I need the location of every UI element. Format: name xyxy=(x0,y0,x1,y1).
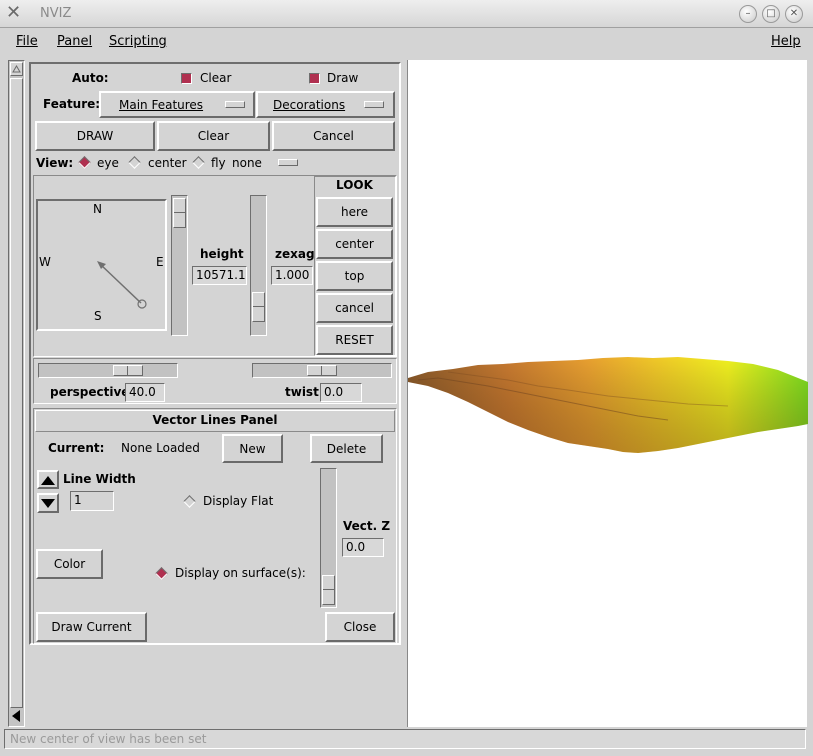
arrow-up-icon xyxy=(41,475,55,485)
display-flat-label: Display Flat xyxy=(203,494,274,508)
scroll-up-arrow-icon[interactable] xyxy=(10,62,23,76)
line-width-up-button[interactable] xyxy=(37,470,59,489)
perspective-input[interactable]: 40.0 xyxy=(125,383,165,402)
perspective-slider-thumb[interactable] xyxy=(113,365,143,376)
draw-current-button[interactable]: Draw Current xyxy=(36,612,147,642)
maximize-button[interactable]: □ xyxy=(762,5,780,23)
menu-indicator-icon xyxy=(225,101,245,108)
title-bar[interactable]: ✕ NVIZ – □ ✕ xyxy=(0,0,813,28)
reset-button[interactable]: RESET xyxy=(316,325,393,355)
zexag-slider-thumb[interactable] xyxy=(252,292,265,322)
vect-z-label: Vect. Z xyxy=(343,519,391,533)
auto-clear-label: Clear xyxy=(200,71,232,85)
zexag-slider[interactable] xyxy=(250,195,267,336)
height-slider[interactable] xyxy=(171,195,188,336)
render-canvas[interactable] xyxy=(407,60,808,727)
color-button[interactable]: Color xyxy=(36,549,103,579)
view-eye-label: eye xyxy=(97,156,119,170)
draw-button[interactable]: DRAW xyxy=(35,121,155,151)
menu-scripting[interactable]: Scripting xyxy=(109,34,167,49)
perspective-slider[interactable] xyxy=(38,363,178,378)
look-here-button[interactable]: here xyxy=(316,197,393,227)
new-button[interactable]: New xyxy=(222,434,283,463)
look-top-button[interactable]: top xyxy=(316,261,393,291)
zexag-label: zexag xyxy=(275,247,315,261)
line-width-label: Line Width xyxy=(63,472,136,486)
close-window-button[interactable]: ✕ xyxy=(785,5,803,23)
height-slider-thumb[interactable] xyxy=(173,198,186,228)
twist-slider[interactable] xyxy=(252,363,392,378)
auto-draw-checkbox[interactable] xyxy=(309,73,320,84)
view-direction-arrow-icon xyxy=(97,261,147,309)
line-width-down-button[interactable] xyxy=(37,493,59,513)
vect-z-input[interactable]: 0.0 xyxy=(342,538,384,557)
close-button[interactable]: Close xyxy=(325,612,395,642)
display-on-surface-label: Display on surface(s): xyxy=(175,566,306,580)
auto-clear-checkbox[interactable] xyxy=(181,73,192,84)
vector-panel-title: Vector Lines Panel xyxy=(152,413,278,427)
clear-button[interactable]: Clear xyxy=(157,121,270,151)
twist-slider-thumb[interactable] xyxy=(307,365,337,376)
scroll-left-arrow-icon[interactable] xyxy=(10,709,23,723)
view-center-label: center xyxy=(148,156,187,170)
perspective-label: perspective xyxy=(50,385,130,399)
menu-bar: File Panel Scripting Help xyxy=(0,28,813,56)
feature-label: Feature: xyxy=(43,97,101,111)
minimize-button[interactable]: – xyxy=(739,5,757,23)
auto-label: Auto: xyxy=(72,71,109,85)
main-features-menu[interactable]: Main Features xyxy=(99,91,255,118)
fly-mode-value: none xyxy=(232,156,262,170)
height-input[interactable]: 10571.10 xyxy=(192,266,247,285)
status-bar: New center of view has been set xyxy=(4,729,806,749)
twist-label: twist xyxy=(285,385,319,399)
close-icon: ✕ xyxy=(789,8,799,19)
look-center-button[interactable]: center xyxy=(316,229,393,259)
auto-draw-label: Draw xyxy=(327,71,359,85)
look-title: LOOK xyxy=(336,178,373,192)
menu-help[interactable]: Help xyxy=(771,34,801,49)
scroll-thumb[interactable] xyxy=(10,78,23,708)
decorations-menu[interactable]: Decorations xyxy=(256,91,395,118)
vect-z-slider[interactable] xyxy=(320,468,337,608)
delete-button[interactable]: Delete xyxy=(310,434,383,463)
position-compass[interactable]: N E W S xyxy=(36,199,167,331)
twist-input[interactable]: 0.0 xyxy=(320,383,362,402)
menu-panel[interactable]: Panel xyxy=(57,34,92,49)
minimize-icon: – xyxy=(745,8,751,19)
fly-mode-menu[interactable] xyxy=(278,159,298,166)
height-label: height xyxy=(200,247,244,261)
line-width-input[interactable]: 1 xyxy=(70,491,114,511)
arrow-down-icon xyxy=(41,499,55,508)
current-value: None Loaded xyxy=(121,441,200,455)
zexag-input[interactable]: 1.000 xyxy=(271,266,313,285)
menu-indicator-icon xyxy=(364,101,384,108)
view-label: View: xyxy=(36,156,74,170)
panel-scrollbar[interactable] xyxy=(8,60,25,727)
terrain-surface xyxy=(408,357,808,453)
app-x-icon: ✕ xyxy=(6,2,22,23)
window-title: NVIZ xyxy=(40,6,72,21)
look-cancel-button[interactable]: cancel xyxy=(316,293,393,323)
vector-panel-title-bar: Vector Lines Panel xyxy=(35,410,395,432)
menu-file[interactable]: File xyxy=(16,34,38,49)
vect-z-slider-thumb[interactable] xyxy=(322,575,335,605)
cancel-button[interactable]: Cancel xyxy=(272,121,395,151)
view-fly-label: fly xyxy=(211,156,226,170)
status-text: New center of view has been set xyxy=(10,732,207,746)
maximize-icon: □ xyxy=(766,8,776,19)
current-label: Current: xyxy=(48,441,105,455)
